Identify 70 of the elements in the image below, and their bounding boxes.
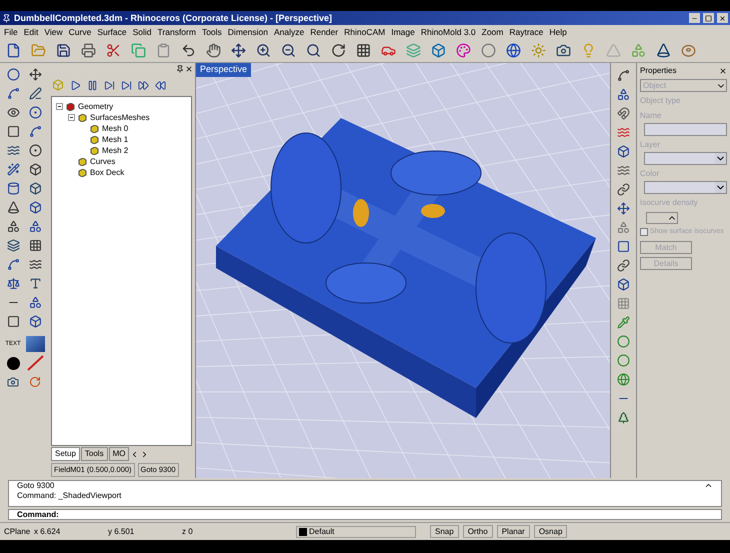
field-label: Color: [640, 168, 660, 180]
menu-item[interactable]: Analyze: [274, 28, 304, 36]
render-icon[interactable]: [26, 336, 44, 352]
window-title: DumbbellCompleted.3dm - Rhinoceros (Corporate License) - [Perspective]: [14, 14, 332, 22]
app-icon: [2, 14, 11, 22]
status-field: x 6.624: [34, 526, 104, 538]
scroll-up-icon[interactable]: [704, 481, 713, 490]
menu-item[interactable]: Dimension: [228, 28, 268, 36]
menu-item[interactable]: Solid: [132, 28, 152, 36]
tree-item[interactable]: Box Deck: [90, 168, 124, 176]
collapse-icon[interactable]: [68, 114, 75, 121]
status-toggle[interactable]: Planar: [496, 525, 530, 538]
tree-item[interactable]: Curves: [90, 158, 116, 166]
layer-field[interactable]: Default: [296, 526, 416, 538]
viewport[interactable]: Perspective: [196, 63, 610, 478]
minimize-button[interactable]: [689, 13, 700, 23]
tree-item[interactable]: SurfacesMeshes: [90, 114, 150, 122]
maximize-button[interactable]: [703, 13, 714, 23]
play-icon[interactable]: [70, 80, 81, 90]
close-button[interactable]: [717, 13, 728, 23]
rewind-icon[interactable]: [155, 80, 166, 90]
status-field: CPlane: [4, 526, 30, 538]
tree-item[interactable]: Mesh 1: [102, 136, 128, 144]
history-line: Goto 9300: [17, 481, 56, 491]
fast-forward-icon[interactable]: [138, 80, 149, 90]
menu-item[interactable]: Tools: [202, 28, 222, 36]
tree-item[interactable]: Geometry: [78, 102, 114, 110]
tree-item[interactable]: Mesh 2: [102, 146, 128, 154]
caret-icon: [715, 182, 726, 193]
menu-item[interactable]: Zoom: [482, 28, 504, 36]
close-icon: [719, 14, 726, 22]
tree-item[interactable]: Mesh 0: [102, 124, 128, 132]
status-toggle[interactable]: Snap: [430, 525, 459, 538]
status-field: y 6.501: [108, 526, 178, 538]
menu-item[interactable]: Surface: [97, 28, 127, 36]
command-field[interactable]: Command:: [8, 509, 722, 520]
panel-tab[interactable]: MO: [108, 447, 130, 461]
close-icon[interactable]: [185, 64, 193, 72]
menu-item[interactable]: Transform: [158, 28, 196, 36]
layer-swatch: [299, 528, 307, 536]
section-label: Object type: [640, 95, 682, 107]
menu-item[interactable]: RhinoMold 3.0: [420, 28, 476, 36]
viewport-label[interactable]: Perspective: [196, 63, 252, 76]
menu-item[interactable]: Edit: [24, 28, 38, 36]
field-label: Isocurve density: [640, 197, 699, 209]
caret-icon: [715, 153, 726, 164]
status-toggle[interactable]: Ortho: [462, 525, 493, 538]
menu-item[interactable]: Raytrace: [509, 28, 544, 36]
status-field: z 0: [182, 526, 292, 538]
skip-icon[interactable]: [104, 80, 115, 90]
menu-item[interactable]: View: [44, 28, 63, 36]
history-line: Command: _ShadedViewport: [17, 491, 122, 501]
menu-item[interactable]: Image: [391, 28, 415, 36]
menu-item[interactable]: Help: [549, 28, 567, 36]
panel-title: Properties: [640, 64, 676, 76]
pause-icon[interactable]: [87, 80, 98, 90]
panel-tab[interactable]: Setup: [51, 447, 80, 461]
field-label: Name: [640, 110, 662, 122]
pin-icon[interactable]: [176, 64, 184, 72]
slash-icon[interactable]: [24, 354, 46, 372]
collapse-icon[interactable]: [56, 103, 63, 110]
maximize-icon: [705, 14, 712, 22]
menu-item[interactable]: RhinoCAM: [344, 28, 386, 36]
skip-icon[interactable]: [121, 80, 132, 90]
menu-item[interactable]: File: [4, 28, 18, 36]
panel-tab[interactable]: Tools: [80, 447, 108, 461]
status-toggle[interactable]: Osnap: [534, 525, 568, 538]
menu-item[interactable]: Curve: [68, 28, 92, 36]
field-label: Layer: [640, 139, 662, 151]
menu-item[interactable]: Render: [310, 28, 338, 36]
